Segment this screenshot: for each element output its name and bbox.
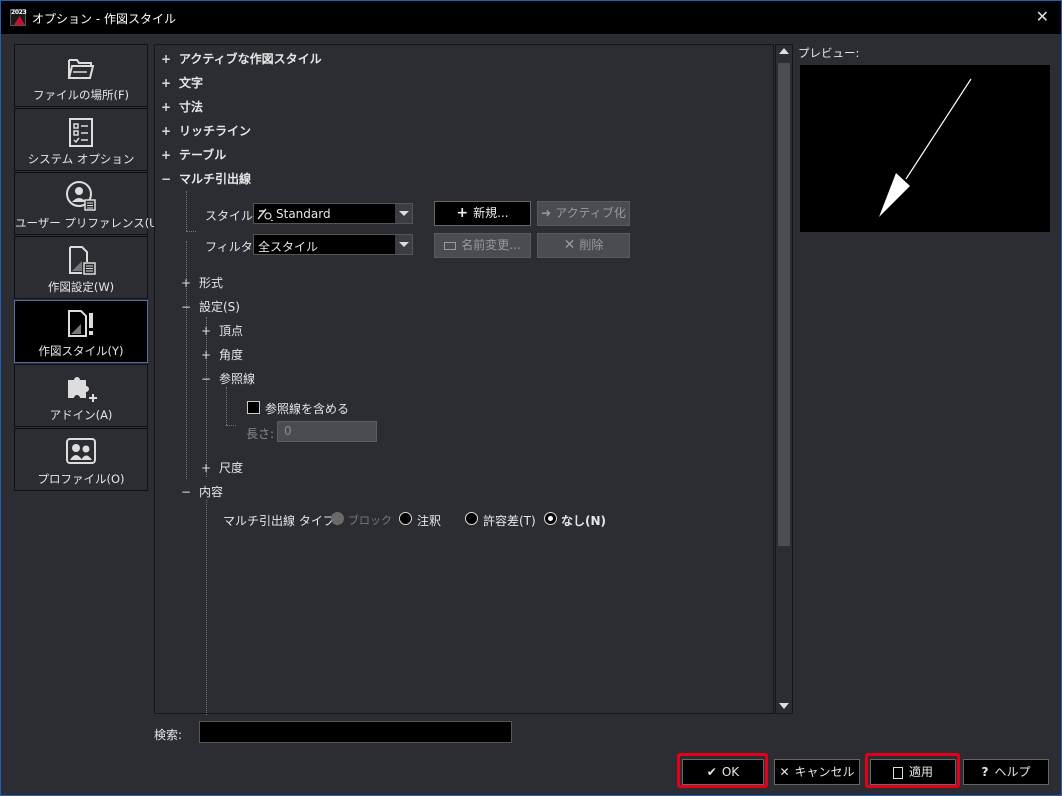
nav-item-file-locations[interactable]: ファイルの場所(F) (14, 44, 148, 107)
multileader-style-icon (257, 208, 273, 221)
multileader-preview-graphic (879, 78, 972, 217)
type-block-label: ブロック (348, 514, 392, 527)
preview-canvas (800, 65, 1050, 232)
help-button[interactable]: ? ヘルプ (963, 759, 1049, 785)
app-version-badge: 2023 (11, 9, 27, 16)
filter-label: フィルタ: (205, 240, 257, 254)
tree-node-text[interactable]: + 文字 (161, 74, 203, 91)
scroll-thumb[interactable] (778, 63, 790, 546)
tree-scrollbar[interactable] (775, 44, 793, 714)
tree-node-rich-line[interactable]: + リッチライン (161, 122, 251, 139)
checklist-icon (69, 118, 93, 147)
nav-item-drawing-settings[interactable]: 作図設定(W) (14, 236, 148, 299)
filter-select-value: 全スタイル (258, 240, 319, 254)
question-icon: ? (981, 765, 989, 779)
tree-node-angle[interactable]: + 角度 (201, 346, 243, 363)
type-note-radio[interactable] (399, 512, 412, 525)
chevron-down-icon[interactable] (395, 204, 412, 223)
tree-node-active-style[interactable]: + アクティブな作図スタイル (161, 50, 322, 67)
nav-item-label: 作図スタイル(Y) (38, 344, 124, 358)
nav-item-label: ファイルの場所(F) (32, 88, 130, 102)
type-tolerance-label: 許容差(T) (483, 514, 536, 528)
search-label: 検索: (154, 728, 183, 742)
chevron-down-icon[interactable] (395, 235, 412, 254)
user-preferences-icon (66, 181, 96, 211)
tree-node-format[interactable]: + 形式 (181, 274, 223, 291)
apply-highlight (865, 753, 960, 788)
cancel-button[interactable]: ✕ キャンセル (774, 759, 860, 785)
folder-icon (67, 59, 95, 79)
puzzle-plus-icon (68, 377, 97, 402)
plus-icon: + (456, 205, 469, 221)
options-dialog: 2023 オプション - 作図スタイル ✕ ファイルの場所(F) システム オプ… (0, 0, 1062, 796)
ok-highlight (677, 753, 768, 788)
nav-item-label: 作図設定(W) (47, 280, 115, 294)
nav-item-drafting-styles[interactable]: 作図スタイル(Y) (14, 300, 148, 363)
tree-node-scale[interactable]: + 尺度 (201, 459, 243, 476)
rename-style-button[interactable]: 名前変更... (434, 233, 531, 258)
rename-icon (444, 241, 457, 250)
nav-item-system-options[interactable]: システム オプション (14, 108, 148, 171)
tree-node-content[interactable]: − 内容 (181, 483, 223, 500)
multileader-type-label: マルチ引出線 タイプ: (223, 514, 339, 528)
type-block-radio[interactable] (331, 512, 344, 525)
style-select[interactable]: Standard (253, 203, 413, 224)
nav-item-add-ins[interactable]: アドイン(A) (14, 364, 148, 427)
drawing-settings-icon (69, 246, 96, 275)
type-tolerance-radio[interactable] (465, 512, 478, 525)
options-nav: ファイルの場所(F) システム オプション ユーザー プリファレンス(U) 作図… (14, 44, 163, 492)
search-input[interactable] (199, 721, 512, 743)
activate-style-button[interactable]: ➜ アクティブ化 (537, 201, 630, 226)
type-none-radio[interactable] (544, 512, 557, 525)
new-style-button[interactable]: + 新規... (434, 201, 531, 226)
nav-item-label: ユーザー プリファレンス(U) (15, 216, 163, 230)
close-icon[interactable]: ✕ (1036, 7, 1049, 26)
tree-node-multileader[interactable]: − マルチ引出線 (161, 170, 251, 187)
delete-style-button[interactable]: ✕ 削除 (537, 233, 630, 258)
scroll-up-icon[interactable] (779, 48, 789, 54)
x-icon: ✕ (563, 237, 576, 253)
filter-select[interactable]: 全スタイル (253, 234, 413, 255)
nav-item-label: アドイン(A) (49, 408, 113, 422)
profile-icon (66, 438, 96, 464)
style-label: スタイル: (205, 209, 258, 223)
style-select-value: Standard (276, 207, 331, 221)
title-bar: 2023 オプション - 作図スタイル ✕ (1, 1, 1061, 34)
type-note-label: 注釈 (417, 514, 442, 528)
nav-item-profiles[interactable]: プロファイル(O) (14, 428, 148, 491)
settings-tree-panel: + アクティブな作図スタイル + 文字 + 寸法 + リッチライン + テーブル − マルチ… (154, 44, 774, 715)
include-reference-line-checkbox[interactable] (247, 401, 260, 414)
scroll-down-icon[interactable] (779, 703, 789, 709)
nav-item-label: プロファイル(O) (37, 472, 125, 486)
app-logo-icon: 2023 (10, 9, 27, 26)
preview-label: プレビュー: (798, 46, 860, 60)
length-label: 長さ: (246, 427, 275, 441)
drafting-style-icon (68, 310, 93, 337)
window-title: オプション - 作図スタイル (32, 12, 176, 26)
tree-node-vertex[interactable]: + 頂点 (201, 322, 243, 339)
tree-node-settings[interactable]: − 設定(S) (181, 298, 240, 315)
nav-item-label: システム オプション (27, 152, 135, 166)
include-reference-line-label: 参照線を含める (265, 402, 350, 416)
tree-node-reference-line[interactable]: − 参照線 (201, 370, 255, 387)
tree-node-dimension[interactable]: + 寸法 (161, 98, 203, 115)
x-icon: ✕ (779, 765, 790, 779)
type-none-label: なし(N) (561, 514, 607, 528)
tree-node-table[interactable]: + テーブル (161, 146, 226, 163)
length-input[interactable]: 0 (277, 421, 377, 442)
arrow-right-icon: ➜ (541, 206, 552, 220)
nav-item-user-preferences[interactable]: ユーザー プリファレンス(U) (14, 172, 163, 235)
